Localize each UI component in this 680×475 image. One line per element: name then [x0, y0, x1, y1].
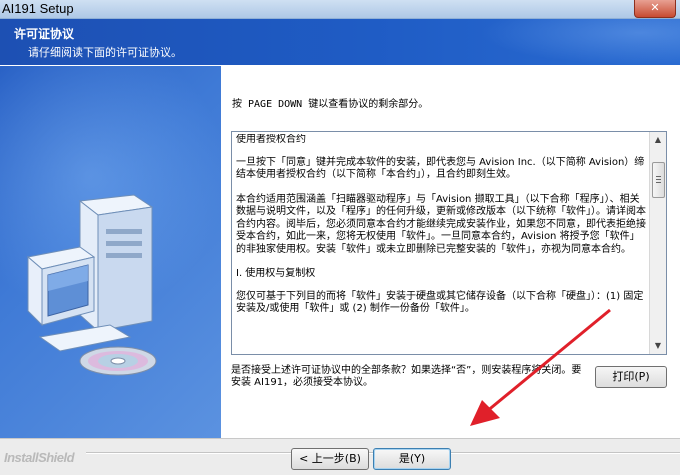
- license-text-box[interactable]: 使用者授权合约 一旦按下「同意」键并完成本软件的安装，即代表您与 Avision…: [231, 131, 667, 355]
- window-title: AI191 Setup: [2, 1, 74, 16]
- accept-prompt: 是否接受上述许可证协议中的全部条款？如果选择“否”，则安装程序将关闭。要安装 A…: [231, 365, 582, 388]
- license-scrollbar[interactable]: ▲ ▼: [649, 132, 666, 354]
- scroll-up-arrow-icon[interactable]: ▲: [650, 132, 666, 148]
- grip-line: [656, 182, 661, 183]
- license-text[interactable]: 使用者授权合约 一旦按下「同意」键并完成本软件的安装，即代表您与 Avision…: [236, 134, 647, 352]
- title-bar: AI191 Setup ✕: [0, 0, 680, 19]
- instruction-text: 按 PAGE DOWN 键以查看协议的剩余部分。: [232, 99, 429, 110]
- scroll-down-arrow-icon[interactable]: ▼: [650, 338, 666, 354]
- header-band: 许可证协议 请仔细阅读下面的许可证协议。: [0, 19, 680, 65]
- page-title: 许可证协议: [14, 27, 75, 41]
- grip-line: [656, 179, 661, 180]
- yes-button[interactable]: 是(Y): [373, 448, 451, 470]
- side-illustration-panel: [0, 66, 221, 438]
- installshield-logo: InstallShield: [4, 450, 75, 465]
- license-paragraph: 本合约适用范围涵盖「扫瞄器驱动程序」与「Avision 撷取工具」（以下合称「程…: [236, 193, 646, 255]
- page-subtitle: 请仔细阅读下面的许可证协议。: [28, 46, 182, 59]
- footer-bar: InstallShield < 上一步(B) 是(Y): [0, 438, 680, 475]
- print-button[interactable]: 打印(P): [595, 366, 667, 388]
- computer-icon: [26, 194, 157, 376]
- content-area: 按 PAGE DOWN 键以查看协议的剩余部分。 使用者授权合约 一旦按下「同意…: [221, 66, 680, 438]
- license-paragraph: 一旦按下「同意」键并完成本软件的安装，即代表您与 Avision Inc.（以下…: [236, 156, 645, 181]
- close-button[interactable]: ✕: [634, 0, 676, 18]
- license-section-heading: I. 使用权与复制权: [236, 268, 316, 279]
- license-heading: 使用者授权合约: [236, 134, 306, 145]
- grip-line: [656, 176, 661, 177]
- license-paragraph: 您仅可基于下列目的而将「软件」安装于硬盘或其它储存设备（以下合称「硬盘」）：(1…: [236, 290, 644, 315]
- back-button[interactable]: < 上一步(B): [291, 448, 369, 470]
- scrollbar-thumb[interactable]: [652, 162, 665, 198]
- header-decoration: [480, 19, 680, 65]
